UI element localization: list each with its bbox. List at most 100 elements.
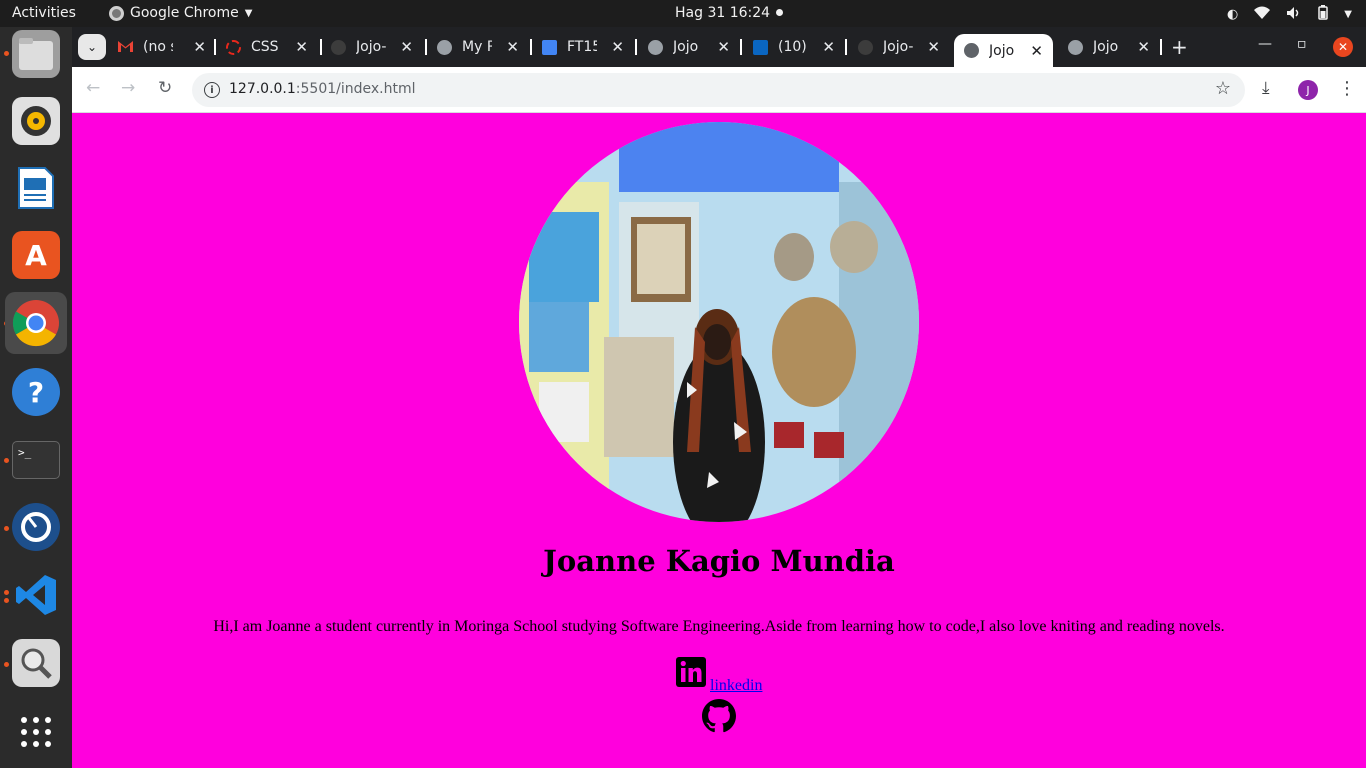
app-grid-icon[interactable] <box>12 708 60 756</box>
tab-title: Jojo <box>673 39 699 55</box>
tab-title: Jojo- <box>883 39 913 55</box>
activities-button[interactable]: Activities <box>12 5 76 21</box>
docs-icon <box>542 39 557 55</box>
tab-close-icon[interactable]: ✕ <box>927 38 940 56</box>
tab-separator <box>845 39 847 55</box>
tab[interactable]: Jojo ✕ <box>1068 32 1150 62</box>
maximize-icon[interactable]: ▫ <box>1297 36 1307 52</box>
tab-title: CSS F <box>251 39 281 55</box>
tab-close-icon[interactable]: ✕ <box>611 38 624 56</box>
system-top-bar: Activities Google Chrome ▼ Hag 31 16:24 … <box>0 0 1366 27</box>
tab-close-icon[interactable]: ✕ <box>400 38 413 56</box>
volume-icon[interactable] <box>1286 6 1302 24</box>
tab-separator <box>320 39 322 55</box>
chrome-mini-icon <box>109 5 124 21</box>
chrome-icon[interactable] <box>5 292 67 354</box>
writer-icon[interactable] <box>12 164 60 212</box>
url-text[interactable]: 127.0.0.1:5501/index.html <box>229 81 416 97</box>
terminal-icon[interactable]: >_ <box>12 441 60 479</box>
tab-title: (no su <box>143 39 173 55</box>
dock: A ? >_ <box>0 27 72 768</box>
gmail-icon <box>118 40 133 55</box>
profile-photo <box>519 122 919 522</box>
bookmark-star-icon[interactable]: ☆ <box>1215 78 1231 99</box>
globe-icon <box>1068 39 1083 55</box>
tab[interactable]: (no su ✕ <box>118 32 206 62</box>
clock[interactable]: Hag 31 16:24 <box>675 5 770 21</box>
wifi-icon[interactable] <box>1254 6 1271 24</box>
caret-down-icon[interactable]: ▼ <box>1344 9 1352 20</box>
github-icon[interactable] <box>702 699 736 733</box>
software-icon[interactable]: A <box>12 231 60 279</box>
loading-icon <box>226 39 241 55</box>
linkedin-link[interactable]: linkedin <box>710 677 762 695</box>
running-indicator <box>4 598 9 603</box>
tab-close-icon[interactable]: ✕ <box>193 38 206 56</box>
vscode-icon[interactable] <box>12 571 60 619</box>
tab-separator <box>635 39 637 55</box>
github-icon <box>858 39 873 55</box>
profile-avatar[interactable]: J <box>1298 80 1318 100</box>
minimize-icon[interactable]: — <box>1258 36 1272 52</box>
page-title: Joanne Kagio Mundia <box>543 544 895 578</box>
running-indicator <box>4 526 9 531</box>
url-host: 127.0.0.1 <box>229 81 296 97</box>
tab[interactable]: CSS F ✕ <box>226 32 308 62</box>
tab-strip: ⌄ (no su ✕ CSS F ✕ Jojo- ✕ My P ✕ FT15 ✕… <box>72 27 1366 67</box>
forward-arrow-icon[interactable]: → <box>121 78 135 98</box>
browser-toolbar: ← → ↻ i 127.0.0.1:5501/index.html ☆ ⤓ J … <box>72 67 1366 113</box>
tab-title: Jojo <box>1093 39 1119 55</box>
github-icon <box>331 39 346 55</box>
chevron-down-icon: ⌄ <box>86 40 98 54</box>
caret-down-icon: ▼ <box>244 7 253 19</box>
timer-icon[interactable] <box>12 503 60 551</box>
tab[interactable]: Jojo- ✕ <box>331 32 413 62</box>
tab-separator <box>1160 39 1162 55</box>
window-close-icon[interactable]: ✕ <box>1333 37 1353 57</box>
system-tray[interactable]: ◐ ▼ <box>1227 5 1352 24</box>
magnifier-icon[interactable] <box>12 639 60 687</box>
rhythmbox-icon[interactable] <box>12 97 60 145</box>
tab-close-icon[interactable]: ✕ <box>717 38 730 56</box>
address-bar[interactable]: i 127.0.0.1:5501/index.html ☆ <box>192 73 1245 107</box>
tab[interactable]: FT15 ✕ <box>542 32 624 62</box>
tab-search-button[interactable]: ⌄ <box>78 34 106 60</box>
info-icon[interactable]: i <box>204 82 220 98</box>
power-profile-icon[interactable]: ◐ <box>1227 7 1238 22</box>
app-menu[interactable]: Google Chrome ▼ <box>109 5 252 21</box>
back-arrow-icon[interactable]: ← <box>86 78 100 98</box>
tab-close-icon[interactable]: ✕ <box>1137 38 1150 56</box>
tab-separator <box>530 39 532 55</box>
page-content: Joanne Kagio Mundia Hi,I am Joanne a stu… <box>72 114 1366 768</box>
tab-title: Jojo- <box>356 39 386 55</box>
tab-close-icon[interactable]: ✕ <box>1030 42 1043 60</box>
new-tab-button[interactable]: + <box>1171 35 1188 59</box>
linkedin-icon[interactable] <box>676 657 706 687</box>
running-indicator <box>4 51 9 56</box>
tab-separator <box>425 39 427 55</box>
globe-icon <box>437 39 452 55</box>
app-menu-label: Google Chrome <box>130 5 239 21</box>
tab-active[interactable]: Jojo ✕ <box>954 34 1053 67</box>
tab-title: Jojo <box>989 42 1015 59</box>
reload-icon[interactable]: ↻ <box>158 78 172 98</box>
help-icon[interactable]: ? <box>12 368 60 416</box>
globe-icon <box>648 39 663 55</box>
tab-close-icon[interactable]: ✕ <box>506 38 519 56</box>
tab[interactable]: Jojo ✕ <box>648 32 730 62</box>
tab-title: (10) . <box>778 39 808 55</box>
download-icon[interactable]: ⤓ <box>1262 78 1270 98</box>
tab[interactable]: (10) . ✕ <box>753 32 835 62</box>
tab-close-icon[interactable]: ✕ <box>822 38 835 56</box>
tab[interactable]: Jojo- ✕ <box>858 32 940 62</box>
files-icon[interactable] <box>12 30 60 78</box>
tab-separator <box>740 39 742 55</box>
linkedin-icon <box>753 39 768 55</box>
tab-close-icon[interactable]: ✕ <box>295 38 308 56</box>
kebab-menu-icon[interactable]: ⋮ <box>1338 78 1356 99</box>
url-path: :5501/index.html <box>295 81 416 97</box>
battery-icon[interactable] <box>1318 5 1329 24</box>
tab[interactable]: My P ✕ <box>437 32 519 62</box>
tab-separator <box>214 39 216 55</box>
running-indicator <box>4 458 9 463</box>
